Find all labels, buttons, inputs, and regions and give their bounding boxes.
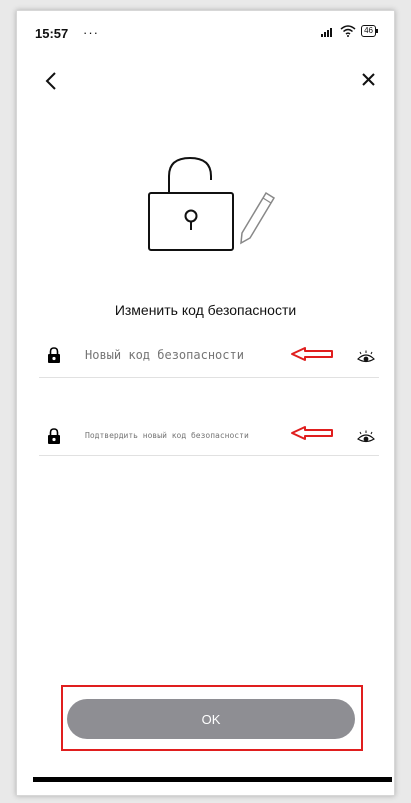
chevron-left-icon [45, 72, 56, 90]
battery-icon: 46 [361, 25, 378, 37]
back-button[interactable] [41, 66, 67, 96]
left-arrow-annotation-icon [291, 426, 333, 440]
status-more-dots: ··· [83, 25, 99, 40]
unlocked-padlock-pencil-icon [148, 156, 276, 251]
phone-screen: 15:57 ··· 46 Изменить код безопасности O… [16, 10, 395, 796]
lock-icon [48, 428, 60, 444]
left-arrow-annotation-icon [291, 347, 333, 361]
close-icon [362, 73, 375, 86]
eye-icon[interactable] [357, 430, 375, 444]
ok-button[interactable]: OK [67, 699, 355, 739]
signal-icon [321, 27, 333, 37]
status-bar: 15:57 ··· 46 [17, 11, 394, 47]
eye-icon[interactable] [357, 350, 375, 364]
wifi-icon [340, 25, 356, 37]
close-button[interactable] [356, 67, 382, 93]
lock-icon [48, 347, 60, 363]
confirm-code-input[interactable] [85, 417, 285, 453]
status-time: 15:57 [35, 26, 69, 41]
status-icons: 46 [321, 24, 378, 38]
home-indicator-bar [33, 777, 392, 782]
new-code-input[interactable] [85, 337, 285, 373]
page-title: Изменить код безопасности [114, 302, 297, 318]
